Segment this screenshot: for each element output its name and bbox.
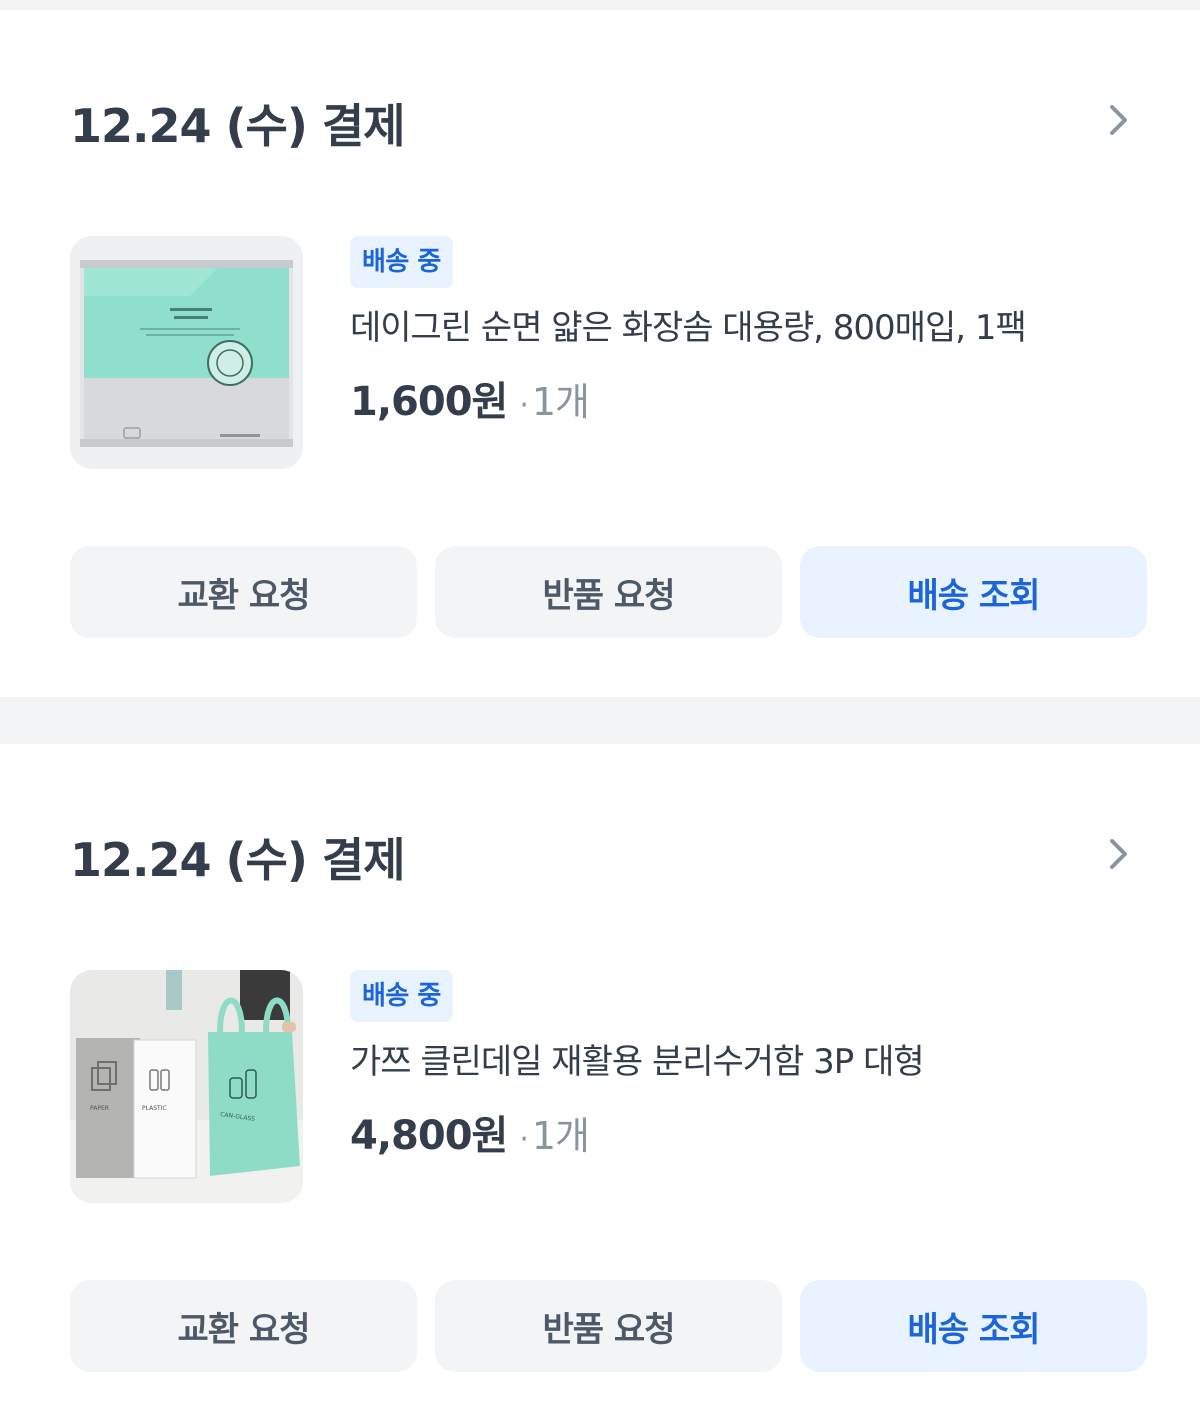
return-request-button[interactable]: 반품 요청 bbox=[435, 1280, 782, 1372]
product-price: 4,800원 bbox=[350, 1113, 508, 1159]
quantity-text: · 1개 bbox=[519, 380, 590, 424]
status-badge: 배송 중 bbox=[350, 970, 453, 1022]
separator-dot: · bbox=[519, 1122, 528, 1157]
exchange-request-button[interactable]: 교환 요청 bbox=[70, 1280, 417, 1372]
track-delivery-button[interactable]: 배송 조회 bbox=[800, 546, 1147, 638]
order-card: 12.24 (수) 결제 배송 중 데이그린 순면 얇은 화장솜 대용량, 80… bbox=[0, 10, 1200, 697]
svg-text:PLASTIC: PLASTIC bbox=[142, 1105, 167, 1112]
track-delivery-button[interactable]: 배송 조회 bbox=[800, 1280, 1147, 1372]
status-badge: 배송 중 bbox=[350, 236, 453, 288]
quantity-text: · 1개 bbox=[519, 1114, 590, 1158]
order-date-title: 12.24 (수) 결제 bbox=[70, 833, 406, 887]
product-image[interactable] bbox=[70, 236, 303, 469]
quantity-value: 1개 bbox=[531, 380, 590, 424]
svg-text:PAPER: PAPER bbox=[90, 1105, 109, 1112]
chevron-right-icon[interactable] bbox=[1100, 834, 1136, 874]
product-image[interactable]: PAPER PLASTIC CAN-GLASS bbox=[70, 970, 303, 1203]
product-price: 1,600원 bbox=[350, 379, 508, 425]
chevron-right-icon[interactable] bbox=[1100, 100, 1136, 140]
order-card: 12.24 (수) 결제 PAPER PLASTIC CAN-GLASS 배송 … bbox=[0, 744, 1200, 1411]
return-request-button[interactable]: 반품 요청 bbox=[435, 546, 782, 638]
quantity-value: 1개 bbox=[531, 1114, 590, 1158]
product-name[interactable]: 데이그린 순면 얇은 화장솜 대용량, 800매입, 1팩 bbox=[350, 306, 1150, 350]
order-date-title: 12.24 (수) 결제 bbox=[70, 99, 406, 153]
price-row: 1,600원 · 1개 bbox=[350, 374, 590, 430]
price-row: 4,800원 · 1개 bbox=[350, 1108, 590, 1164]
product-name[interactable]: 가쯔 클린데일 재활용 분리수거함 3P 대형 bbox=[350, 1040, 1150, 1084]
exchange-request-button[interactable]: 교환 요청 bbox=[70, 546, 417, 638]
separator-dot: · bbox=[519, 388, 528, 423]
